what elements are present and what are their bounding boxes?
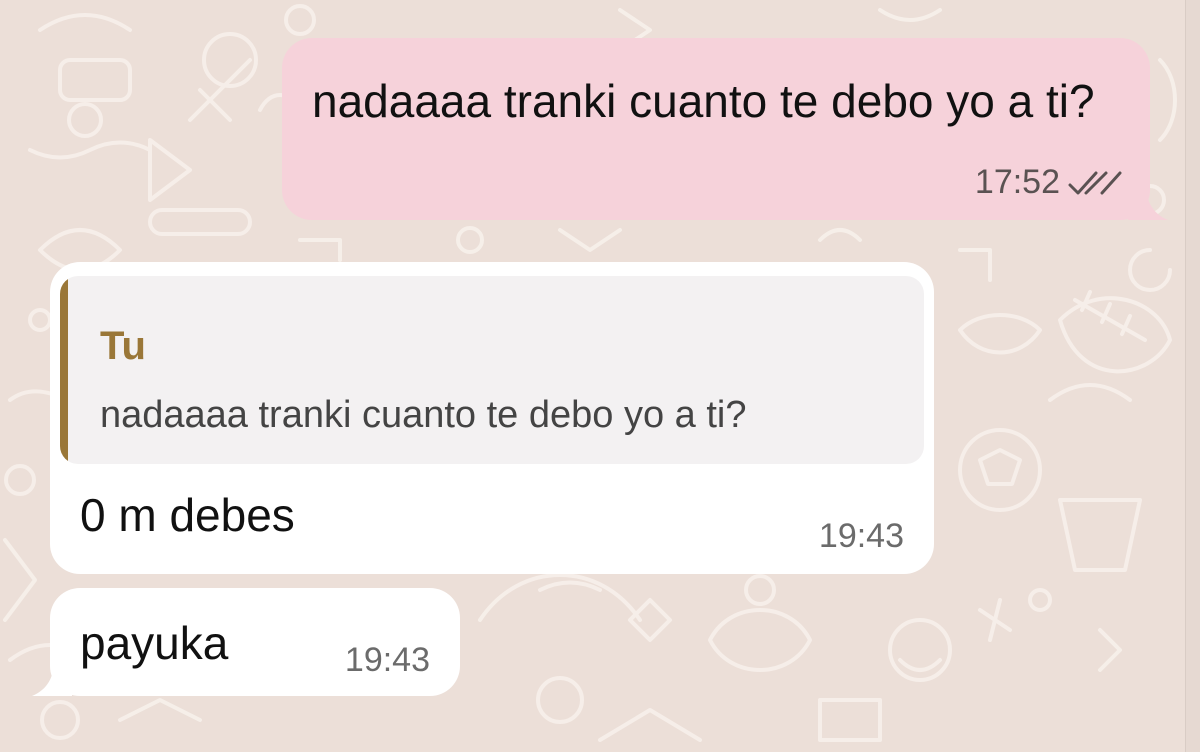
- quote-author: Tu: [100, 324, 146, 368]
- quote-accent-bar: [60, 276, 68, 464]
- message-time: 19:43: [344, 641, 430, 679]
- message-text: payuka: [80, 617, 229, 669]
- incoming-message[interactable]: payuka 19:43: [32, 588, 460, 696]
- message-text: 0 m debes: [80, 489, 295, 541]
- message-time: 17:52: [974, 163, 1060, 201]
- bubble-tail: [1128, 190, 1168, 220]
- message-meta: 17:52: [975, 163, 1122, 202]
- incoming-message-reply[interactable]: Tu nadaaaa tranki cuanto te debo yo a ti…: [50, 262, 934, 574]
- right-edge-divider: [1185, 0, 1200, 752]
- bubble-tail: [32, 666, 72, 696]
- quoted-message[interactable]: Tu nadaaaa tranki cuanto te debo yo a ti…: [60, 276, 924, 464]
- outgoing-message[interactable]: nadaaaa tranki cuanto te debo yo a ti? 1…: [282, 38, 1168, 220]
- message-text: nadaaaa tranki cuanto te debo yo a ti?: [312, 75, 1095, 127]
- double-check-icon: [1068, 171, 1122, 194]
- quote-text: nadaaaa tranki cuanto te debo yo a ti?: [100, 394, 747, 436]
- message-time: 19:43: [818, 517, 904, 555]
